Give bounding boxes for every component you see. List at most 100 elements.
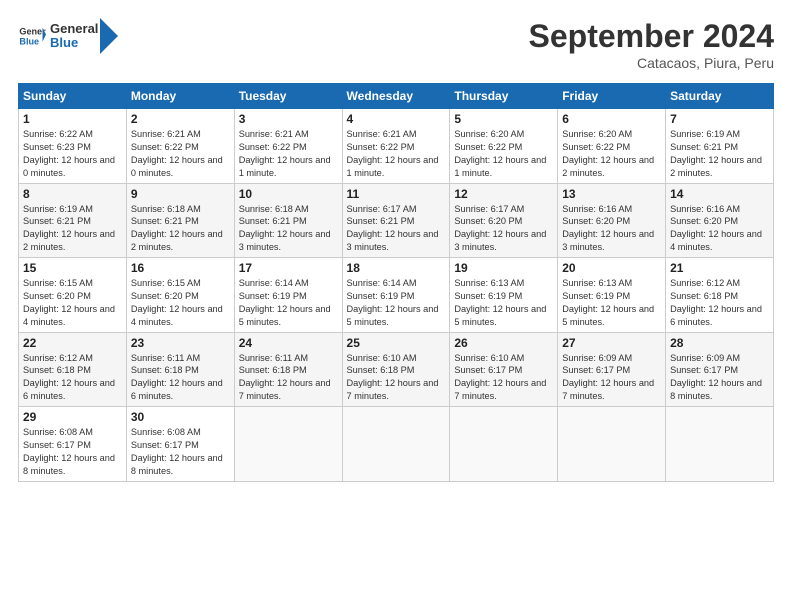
logo-general: General (50, 21, 98, 36)
day-info: Sunrise: 6:13 AM Sunset: 6:19 PM Dayligh… (562, 277, 661, 329)
col-monday: Monday (126, 84, 234, 109)
col-tuesday: Tuesday (234, 84, 342, 109)
day-number: 19 (454, 261, 553, 275)
day-number: 21 (670, 261, 769, 275)
calendar-header-row: Sunday Monday Tuesday Wednesday Thursday… (19, 84, 774, 109)
table-row: 6 Sunrise: 6:20 AM Sunset: 6:22 PM Dayli… (558, 109, 666, 184)
table-row: 2 Sunrise: 6:21 AM Sunset: 6:22 PM Dayli… (126, 109, 234, 184)
day-number: 16 (131, 261, 230, 275)
table-row: 5 Sunrise: 6:20 AM Sunset: 6:22 PM Dayli… (450, 109, 558, 184)
table-row: 18 Sunrise: 6:14 AM Sunset: 6:19 PM Dayl… (342, 258, 450, 333)
day-info: Sunrise: 6:17 AM Sunset: 6:21 PM Dayligh… (347, 203, 446, 255)
day-info: Sunrise: 6:21 AM Sunset: 6:22 PM Dayligh… (239, 128, 338, 180)
day-number: 9 (131, 187, 230, 201)
calendar-week-row: 1 Sunrise: 6:22 AM Sunset: 6:23 PM Dayli… (19, 109, 774, 184)
title-block: September 2024 Catacaos, Piura, Peru (529, 18, 774, 71)
table-row: 15 Sunrise: 6:15 AM Sunset: 6:20 PM Dayl… (19, 258, 127, 333)
day-info: Sunrise: 6:12 AM Sunset: 6:18 PM Dayligh… (670, 277, 769, 329)
table-row: 22 Sunrise: 6:12 AM Sunset: 6:18 PM Dayl… (19, 332, 127, 407)
day-number: 30 (131, 410, 230, 424)
table-row: 16 Sunrise: 6:15 AM Sunset: 6:20 PM Dayl… (126, 258, 234, 333)
table-row: 10 Sunrise: 6:18 AM Sunset: 6:21 PM Dayl… (234, 183, 342, 258)
page: General Blue General Blue September 2024… (0, 0, 792, 492)
day-info: Sunrise: 6:08 AM Sunset: 6:17 PM Dayligh… (23, 426, 122, 478)
table-row: 29 Sunrise: 6:08 AM Sunset: 6:17 PM Dayl… (19, 407, 127, 482)
day-number: 23 (131, 336, 230, 350)
calendar-week-row: 22 Sunrise: 6:12 AM Sunset: 6:18 PM Dayl… (19, 332, 774, 407)
table-row (666, 407, 774, 482)
day-number: 17 (239, 261, 338, 275)
day-number: 2 (131, 112, 230, 126)
table-row: 1 Sunrise: 6:22 AM Sunset: 6:23 PM Dayli… (19, 109, 127, 184)
day-number: 6 (562, 112, 661, 126)
logo-triangle-icon (100, 18, 118, 54)
day-info: Sunrise: 6:16 AM Sunset: 6:20 PM Dayligh… (562, 203, 661, 255)
day-info: Sunrise: 6:13 AM Sunset: 6:19 PM Dayligh… (454, 277, 553, 329)
day-info: Sunrise: 6:12 AM Sunset: 6:18 PM Dayligh… (23, 352, 122, 404)
table-row: 21 Sunrise: 6:12 AM Sunset: 6:18 PM Dayl… (666, 258, 774, 333)
col-saturday: Saturday (666, 84, 774, 109)
day-number: 24 (239, 336, 338, 350)
col-wednesday: Wednesday (342, 84, 450, 109)
calendar-week-row: 8 Sunrise: 6:19 AM Sunset: 6:21 PM Dayli… (19, 183, 774, 258)
day-info: Sunrise: 6:09 AM Sunset: 6:17 PM Dayligh… (670, 352, 769, 404)
table-row: 11 Sunrise: 6:17 AM Sunset: 6:21 PM Dayl… (342, 183, 450, 258)
day-number: 18 (347, 261, 446, 275)
day-number: 3 (239, 112, 338, 126)
table-row (342, 407, 450, 482)
day-number: 28 (670, 336, 769, 350)
day-info: Sunrise: 6:14 AM Sunset: 6:19 PM Dayligh… (347, 277, 446, 329)
day-info: Sunrise: 6:15 AM Sunset: 6:20 PM Dayligh… (131, 277, 230, 329)
calendar-week-row: 15 Sunrise: 6:15 AM Sunset: 6:20 PM Dayl… (19, 258, 774, 333)
svg-text:Blue: Blue (19, 36, 39, 46)
table-row (450, 407, 558, 482)
day-number: 4 (347, 112, 446, 126)
logo-blue: Blue (50, 35, 78, 50)
calendar-table: Sunday Monday Tuesday Wednesday Thursday… (18, 83, 774, 482)
table-row: 9 Sunrise: 6:18 AM Sunset: 6:21 PM Dayli… (126, 183, 234, 258)
day-number: 27 (562, 336, 661, 350)
day-number: 8 (23, 187, 122, 201)
day-number: 25 (347, 336, 446, 350)
table-row: 28 Sunrise: 6:09 AM Sunset: 6:17 PM Dayl… (666, 332, 774, 407)
logo-icon: General Blue (18, 22, 46, 50)
day-number: 26 (454, 336, 553, 350)
day-info: Sunrise: 6:09 AM Sunset: 6:17 PM Dayligh… (562, 352, 661, 404)
day-info: Sunrise: 6:21 AM Sunset: 6:22 PM Dayligh… (347, 128, 446, 180)
day-info: Sunrise: 6:18 AM Sunset: 6:21 PM Dayligh… (239, 203, 338, 255)
day-number: 5 (454, 112, 553, 126)
col-sunday: Sunday (19, 84, 127, 109)
table-row (234, 407, 342, 482)
day-number: 13 (562, 187, 661, 201)
table-row: 24 Sunrise: 6:11 AM Sunset: 6:18 PM Dayl… (234, 332, 342, 407)
day-info: Sunrise: 6:11 AM Sunset: 6:18 PM Dayligh… (131, 352, 230, 404)
month-title: September 2024 (529, 18, 774, 55)
table-row: 19 Sunrise: 6:13 AM Sunset: 6:19 PM Dayl… (450, 258, 558, 333)
table-row: 17 Sunrise: 6:14 AM Sunset: 6:19 PM Dayl… (234, 258, 342, 333)
day-info: Sunrise: 6:17 AM Sunset: 6:20 PM Dayligh… (454, 203, 553, 255)
table-row: 12 Sunrise: 6:17 AM Sunset: 6:20 PM Dayl… (450, 183, 558, 258)
table-row: 26 Sunrise: 6:10 AM Sunset: 6:17 PM Dayl… (450, 332, 558, 407)
logo: General Blue General Blue (18, 18, 118, 54)
day-info: Sunrise: 6:16 AM Sunset: 6:20 PM Dayligh… (670, 203, 769, 255)
day-info: Sunrise: 6:14 AM Sunset: 6:19 PM Dayligh… (239, 277, 338, 329)
table-row: 20 Sunrise: 6:13 AM Sunset: 6:19 PM Dayl… (558, 258, 666, 333)
day-info: Sunrise: 6:20 AM Sunset: 6:22 PM Dayligh… (562, 128, 661, 180)
day-info: Sunrise: 6:21 AM Sunset: 6:22 PM Dayligh… (131, 128, 230, 180)
col-thursday: Thursday (450, 84, 558, 109)
day-number: 15 (23, 261, 122, 275)
table-row: 25 Sunrise: 6:10 AM Sunset: 6:18 PM Dayl… (342, 332, 450, 407)
day-number: 20 (562, 261, 661, 275)
location: Catacaos, Piura, Peru (529, 55, 774, 71)
day-number: 10 (239, 187, 338, 201)
table-row (558, 407, 666, 482)
day-info: Sunrise: 6:11 AM Sunset: 6:18 PM Dayligh… (239, 352, 338, 404)
svg-text:General: General (19, 27, 46, 37)
day-info: Sunrise: 6:20 AM Sunset: 6:22 PM Dayligh… (454, 128, 553, 180)
day-info: Sunrise: 6:18 AM Sunset: 6:21 PM Dayligh… (131, 203, 230, 255)
table-row: 3 Sunrise: 6:21 AM Sunset: 6:22 PM Dayli… (234, 109, 342, 184)
day-number: 14 (670, 187, 769, 201)
day-info: Sunrise: 6:08 AM Sunset: 6:17 PM Dayligh… (131, 426, 230, 478)
table-row: 13 Sunrise: 6:16 AM Sunset: 6:20 PM Dayl… (558, 183, 666, 258)
day-number: 7 (670, 112, 769, 126)
